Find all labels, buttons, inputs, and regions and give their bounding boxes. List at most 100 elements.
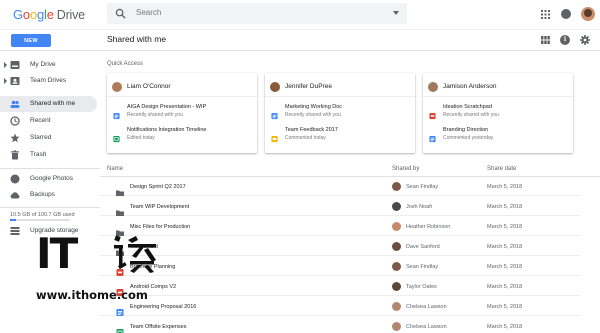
card-user-header: Jennifer DuPree <box>270 79 410 95</box>
main-content: Quick Access Liam O'Connor AIGA Design Pr… <box>100 52 600 333</box>
card-user-name: Jamison Anderson <box>443 83 497 90</box>
column-header-name[interactable]: Name <box>107 166 123 172</box>
owner-avatar <box>392 322 401 331</box>
apps-grid-icon[interactable] <box>541 10 550 19</box>
quick-access-file[interactable]: Marketing Working Doc Recently shared wit… <box>271 103 411 121</box>
row-shared-by: Chelsea Lawson <box>406 304 447 310</box>
sidebar-item-recent[interactable]: Recent <box>0 113 97 129</box>
row-share-date: March 5, 2018 <box>487 224 523 230</box>
table-row[interactable]: Misc Files for Production Heather Robinso… <box>100 218 580 236</box>
row-share-date: March 5, 2018 <box>487 284 523 290</box>
row-icon-svg <box>116 329 124 333</box>
card-divider <box>107 96 257 97</box>
shared-folder-icon <box>116 183 124 196</box>
quick-access-label: Quick Access <box>107 61 144 67</box>
file-activity: Commented today <box>285 135 326 141</box>
storage-usage-bar <box>10 219 70 221</box>
docs-file-icon-svg <box>429 135 436 143</box>
search-bar[interactable]: Search <box>107 3 407 24</box>
card-divider <box>423 96 573 97</box>
table-row[interactable]: Team Offsite Expenses Chelsea Lawson March… <box>100 318 580 333</box>
row-shared-by: Josh Noah <box>406 204 433 210</box>
new-button[interactable]: NEW <box>11 34 51 47</box>
info-icon[interactable]: i <box>560 35 570 45</box>
table-row[interactable]: Android Comps V2 Taylor Oates March 5, 201… <box>100 278 580 296</box>
file-activity: Commented yesterday <box>443 135 494 141</box>
shared-folder-icon <box>116 203 124 216</box>
column-header-shared-by[interactable]: Shared by <box>392 166 419 172</box>
quick-access-card[interactable]: Jennifer DuPree Marketing Working Doc Rece… <box>265 73 415 153</box>
row-icon-svg <box>116 210 124 216</box>
row-shared-by: Heather Robinson <box>406 224 451 230</box>
clock-icon <box>10 116 20 126</box>
user-avatar <box>112 82 122 92</box>
row-share-date: March 5, 2018 <box>487 184 523 190</box>
sidebar-item-label: Starred <box>30 134 52 141</box>
quick-access-file[interactable]: AIGA Design Presentation - WIP Recently s… <box>113 103 253 121</box>
sidebar-item-shared-with-me[interactable]: Shared with me <box>0 96 97 112</box>
people-icon <box>10 100 20 108</box>
grid-view-icon[interactable] <box>541 36 550 44</box>
column-header-share-date[interactable]: Share date <box>487 166 516 172</box>
top-header: Google Drive Search <box>0 0 600 29</box>
storage-usage-fill <box>10 219 17 221</box>
docs-file-icon-svg <box>271 112 278 120</box>
sidebar-item-label: Trash <box>30 151 47 158</box>
owner-avatar <box>392 262 401 271</box>
row-shared-by: Dave Sanford <box>406 244 440 250</box>
sidebar-item-trash[interactable]: Trash <box>0 147 97 163</box>
owner-avatar <box>392 202 401 211</box>
sidebar-item-team-drives[interactable]: Team Drives <box>0 73 97 89</box>
notifications-icon[interactable] <box>561 9 571 19</box>
team-drives-icon <box>10 77 20 85</box>
row-icon-svg <box>116 190 124 196</box>
account-avatar[interactable] <box>581 7 595 21</box>
row-share-date: March 5, 2018 <box>487 264 523 270</box>
sheets-file-icon <box>116 323 124 333</box>
quick-access-file[interactable]: Notifications Integration Timeline Edited… <box>113 126 253 144</box>
trash-icon <box>11 150 19 160</box>
file-name: Ideation Scratchpad <box>443 104 492 110</box>
search-input[interactable]: Search <box>136 8 161 17</box>
table-row[interactable]: Team WIP Development Josh Noah March 5, 20… <box>100 198 580 216</box>
sidebar-item-my-drive[interactable]: My Drive <box>0 57 97 73</box>
quick-access-file[interactable]: Ideation Scratchpad Recently shared with … <box>429 103 569 121</box>
row-file-name: Team Offsite Expenses <box>130 324 187 330</box>
google-drive-logo[interactable]: Google Drive <box>13 7 85 22</box>
storage-usage-text: 10.5 GB of 100.7 GB used <box>10 212 75 218</box>
settings-gear-icon[interactable] <box>580 35 590 45</box>
sidebar-item-google-photos[interactable]: Google Photos <box>0 171 97 187</box>
quick-access-card[interactable]: Liam O'Connor AIGA Design Presentation - … <box>107 73 257 153</box>
expand-arrow-icon[interactable] <box>4 62 7 68</box>
photos-icon <box>10 174 20 184</box>
sidebar-item-label: Team Drives <box>30 77 67 84</box>
slides-file-icon <box>271 130 278 143</box>
sidebar-item-backups[interactable]: Backups <box>0 187 97 203</box>
table-row[interactable]: MoodboardDave SanfordMarch 5, 2018 <box>100 238 580 256</box>
docs-file-icon <box>429 130 436 143</box>
sidebar-item-starred[interactable]: Starred <box>0 130 97 146</box>
quick-access-card[interactable]: Jamison Anderson Ideation Scratchpad Recen… <box>423 73 573 153</box>
watermark-chinese-logo <box>114 235 156 273</box>
shared-folder-icon <box>116 223 124 236</box>
file-name: Branding Direction <box>443 127 489 133</box>
star-icon <box>10 133 20 143</box>
search-options-icon[interactable] <box>393 11 399 15</box>
row-shared-by: Sean Findlay <box>406 264 439 270</box>
page-title: Shared with me <box>107 34 167 44</box>
docs-file-icon <box>271 107 278 120</box>
quick-access-file[interactable]: Branding Direction Commented yesterday <box>429 126 569 144</box>
ithome-watermark: IT www.ithome.com <box>36 230 166 308</box>
owner-avatar <box>392 242 401 251</box>
table-row[interactable]: Brochure Planning Sean Findlay March 5, 20… <box>100 258 580 276</box>
sidebar-item-label: My Drive <box>30 61 56 68</box>
table-row[interactable]: Engineering Proposal 2016 Chelsea Lawson M… <box>100 298 580 316</box>
table-row[interactable]: Design Sprint Q2 2017 Sean Findlay March 5… <box>100 178 580 196</box>
sidebar-divider <box>0 207 100 208</box>
quick-access-file[interactable]: Team Feedback 2017 Commented today <box>271 126 411 144</box>
row-icon-svg <box>116 309 124 316</box>
file-name: AIGA Design Presentation - WIP <box>127 104 207 110</box>
expand-arrow-icon[interactable] <box>4 78 7 84</box>
row-share-date: March 5, 2018 <box>487 204 523 210</box>
watermark-url: www.ithome.com <box>36 288 148 302</box>
